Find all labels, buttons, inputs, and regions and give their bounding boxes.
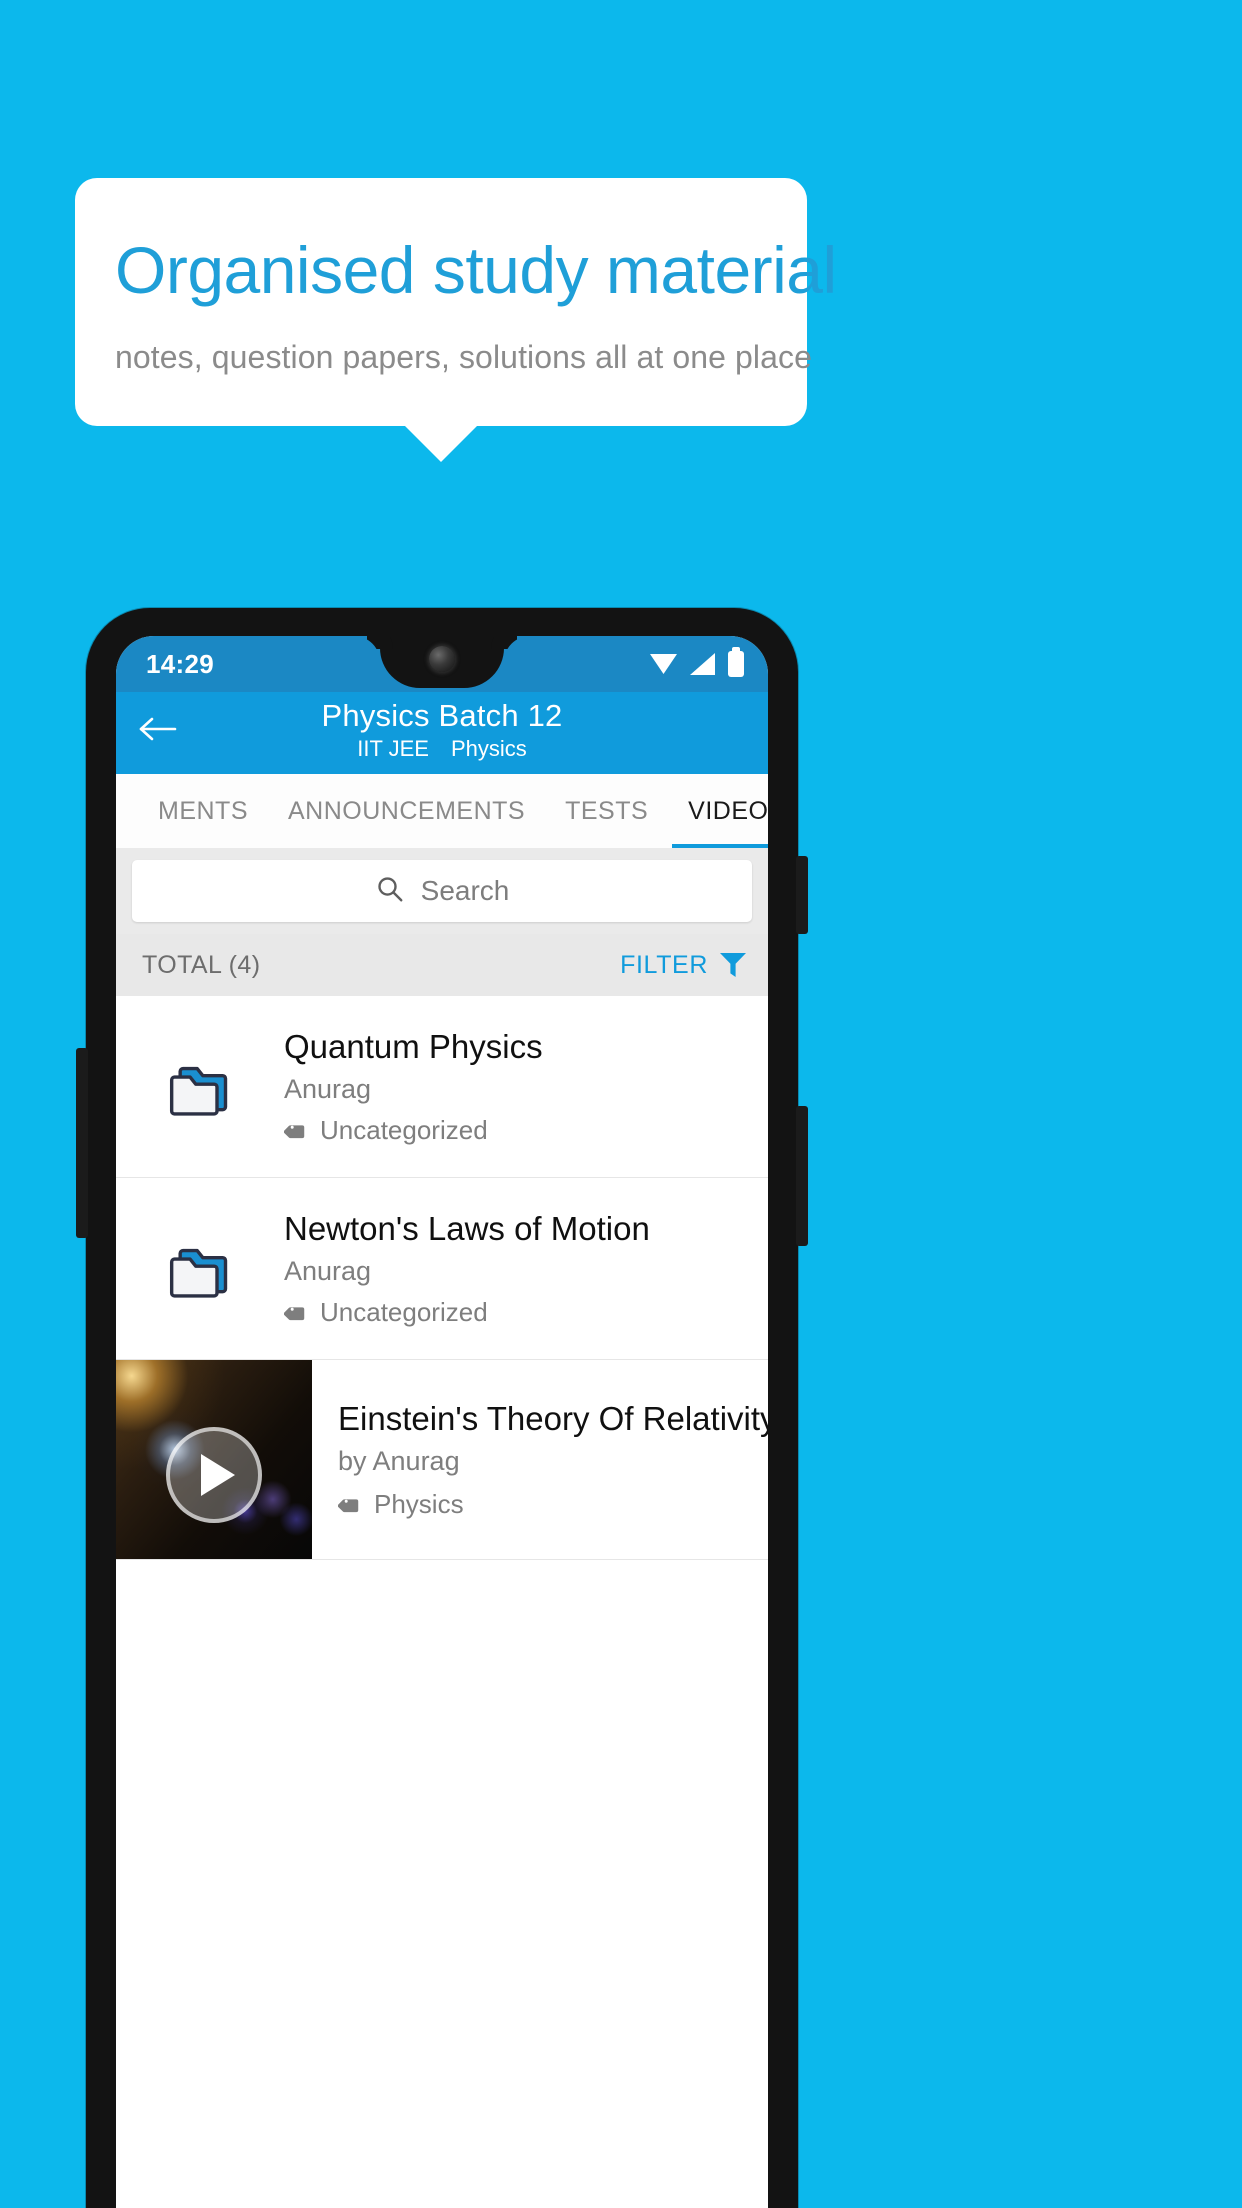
breadcrumb-exam: IIT JEE <box>357 735 429 761</box>
tag-icon <box>282 1119 308 1143</box>
app-bar-text: Physics Batch 12 IIT JEE Physics <box>116 698 768 762</box>
list-item-body: Einstein's Theory Of Relativity by Anura… <box>312 1360 768 1559</box>
phone-volume-button <box>796 1106 808 1246</box>
tag-icon <box>336 1493 362 1517</box>
content-list: Quantum Physics Anurag Uncategorized New… <box>116 996 768 1560</box>
promo-tail <box>403 424 479 463</box>
list-item-tag-label: Uncategorized <box>320 1297 488 1328</box>
list-item-author: by Anurag <box>338 1446 460 1476</box>
phone-mockup: 14:29 Physics Batch 12 IIT JEE Physics M… <box>76 608 808 2208</box>
status-bar: 14:29 <box>116 636 768 692</box>
promo-callout: Organised study material notes, question… <box>75 178 837 463</box>
front-camera <box>429 646 455 672</box>
breadcrumb: IIT JEE Physics <box>116 736 768 762</box>
promo-card: Organised study material notes, question… <box>75 178 837 427</box>
list-item-body: Quantum Physics Anurag Uncategorized <box>282 1027 559 1147</box>
tag-icon <box>282 1301 308 1325</box>
list-item-title: Einstein's Theory Of Relativity <box>338 1400 768 1437</box>
folder-icon <box>116 1235 284 1303</box>
total-count-label: TOTAL (4) <box>142 950 261 979</box>
phone-notch <box>380 636 504 688</box>
search-placeholder: Search <box>420 875 510 906</box>
phone-screen: 14:29 Physics Batch 12 IIT JEE Physics M… <box>116 636 768 2208</box>
video-thumbnail[interactable] <box>116 1360 312 1559</box>
battery-icon <box>728 647 744 677</box>
list-item-author: Anurag <box>284 1074 372 1105</box>
phone-side-button-left <box>76 1048 88 1238</box>
wifi-icon <box>650 654 677 674</box>
folder-icon <box>116 1053 284 1121</box>
list-item-author: Anurag <box>284 1256 372 1287</box>
filter-funnel-icon <box>720 953 746 977</box>
search-zone: Search <box>116 848 768 934</box>
list-item[interactable]: Newton's Laws of Motion Anurag Uncategor… <box>116 1178 768 1360</box>
list-item-tag: Uncategorized <box>282 1297 650 1328</box>
app-bar: Physics Batch 12 IIT JEE Physics <box>116 692 768 774</box>
back-arrow-icon[interactable] <box>136 706 182 752</box>
search-input[interactable]: Search <box>132 860 752 922</box>
list-item-title: Newton's Laws of Motion <box>284 1209 650 1247</box>
tab-bar[interactable]: MENTS ANNOUNCEMENTS TESTS VIDEOS <box>116 774 768 848</box>
tab-tests[interactable]: TESTS <box>545 774 668 848</box>
phone-power-button <box>796 856 808 934</box>
page-title: Physics Batch 12 <box>321 698 563 733</box>
list-item-body: Newton's Laws of Motion Anurag Uncategor… <box>282 1209 666 1329</box>
filter-button[interactable]: FILTER <box>620 951 746 980</box>
search-icon <box>375 874 405 909</box>
promo-title: Organised study material <box>115 233 837 307</box>
list-item[interactable]: Quantum Physics Anurag Uncategorized <box>116 996 768 1178</box>
promo-subtitle: notes, question papers, solutions all at… <box>115 339 813 376</box>
list-item[interactable]: Einstein's Theory Of Relativity by Anura… <box>116 1360 768 1560</box>
status-time: 14:29 <box>146 648 214 679</box>
list-toolbar: TOTAL (4) FILTER <box>116 934 768 996</box>
signal-icon <box>690 653 715 675</box>
tab-videos[interactable]: VIDEOS <box>668 774 768 848</box>
list-item-tag: Uncategorized <box>282 1115 543 1146</box>
play-icon[interactable] <box>166 1427 262 1524</box>
list-item-tag: Physics <box>336 1489 768 1520</box>
breadcrumb-subject: Physics <box>450 735 527 761</box>
filter-label: FILTER <box>620 950 708 979</box>
list-item-title: Quantum Physics <box>284 1027 543 1065</box>
tab-announcements[interactable]: ANNOUNCEMENTS <box>268 774 545 848</box>
list-item-tag-label: Uncategorized <box>320 1115 488 1146</box>
status-icon-group <box>650 647 744 677</box>
list-item-tag-label: Physics <box>374 1489 464 1519</box>
tab-ments[interactable]: MENTS <box>138 774 268 848</box>
